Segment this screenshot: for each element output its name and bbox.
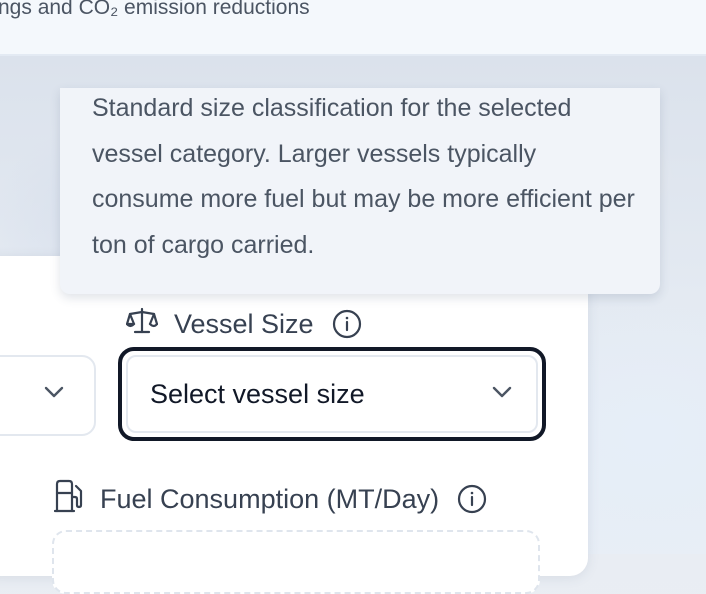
fuel-consumption-label-text: Fuel Consumption (MT/Day) (100, 483, 440, 514)
scale-icon (125, 306, 159, 343)
header-subtitle: ngs and CO₂ emission reductions (0, 0, 310, 19)
vessel-size-label-text: Vessel Size (174, 308, 314, 339)
info-icon[interactable] (457, 484, 487, 514)
fuel-consumption-label: Fuel Consumption (MT/Day) (53, 478, 487, 520)
chevron-down-icon (44, 385, 64, 403)
chevron-down-icon (492, 385, 512, 403)
tooltip-text: Standard size classification for the sel… (92, 94, 635, 259)
vessel-size-tooltip: Standard size classification for the sel… (60, 88, 660, 294)
fuel-pump-icon (53, 479, 84, 520)
info-icon[interactable] (332, 309, 362, 339)
fuel-consumption-input[interactable] (52, 530, 540, 594)
vessel-size-select[interactable]: Select vessel size (118, 347, 546, 441)
vessel-size-placeholder: Select vessel size (150, 379, 365, 409)
vessel-size-label: Vessel Size (125, 304, 362, 344)
vessel-category-select[interactable] (0, 355, 96, 436)
page-header: ngs and CO₂ emission reductions (0, 0, 706, 56)
